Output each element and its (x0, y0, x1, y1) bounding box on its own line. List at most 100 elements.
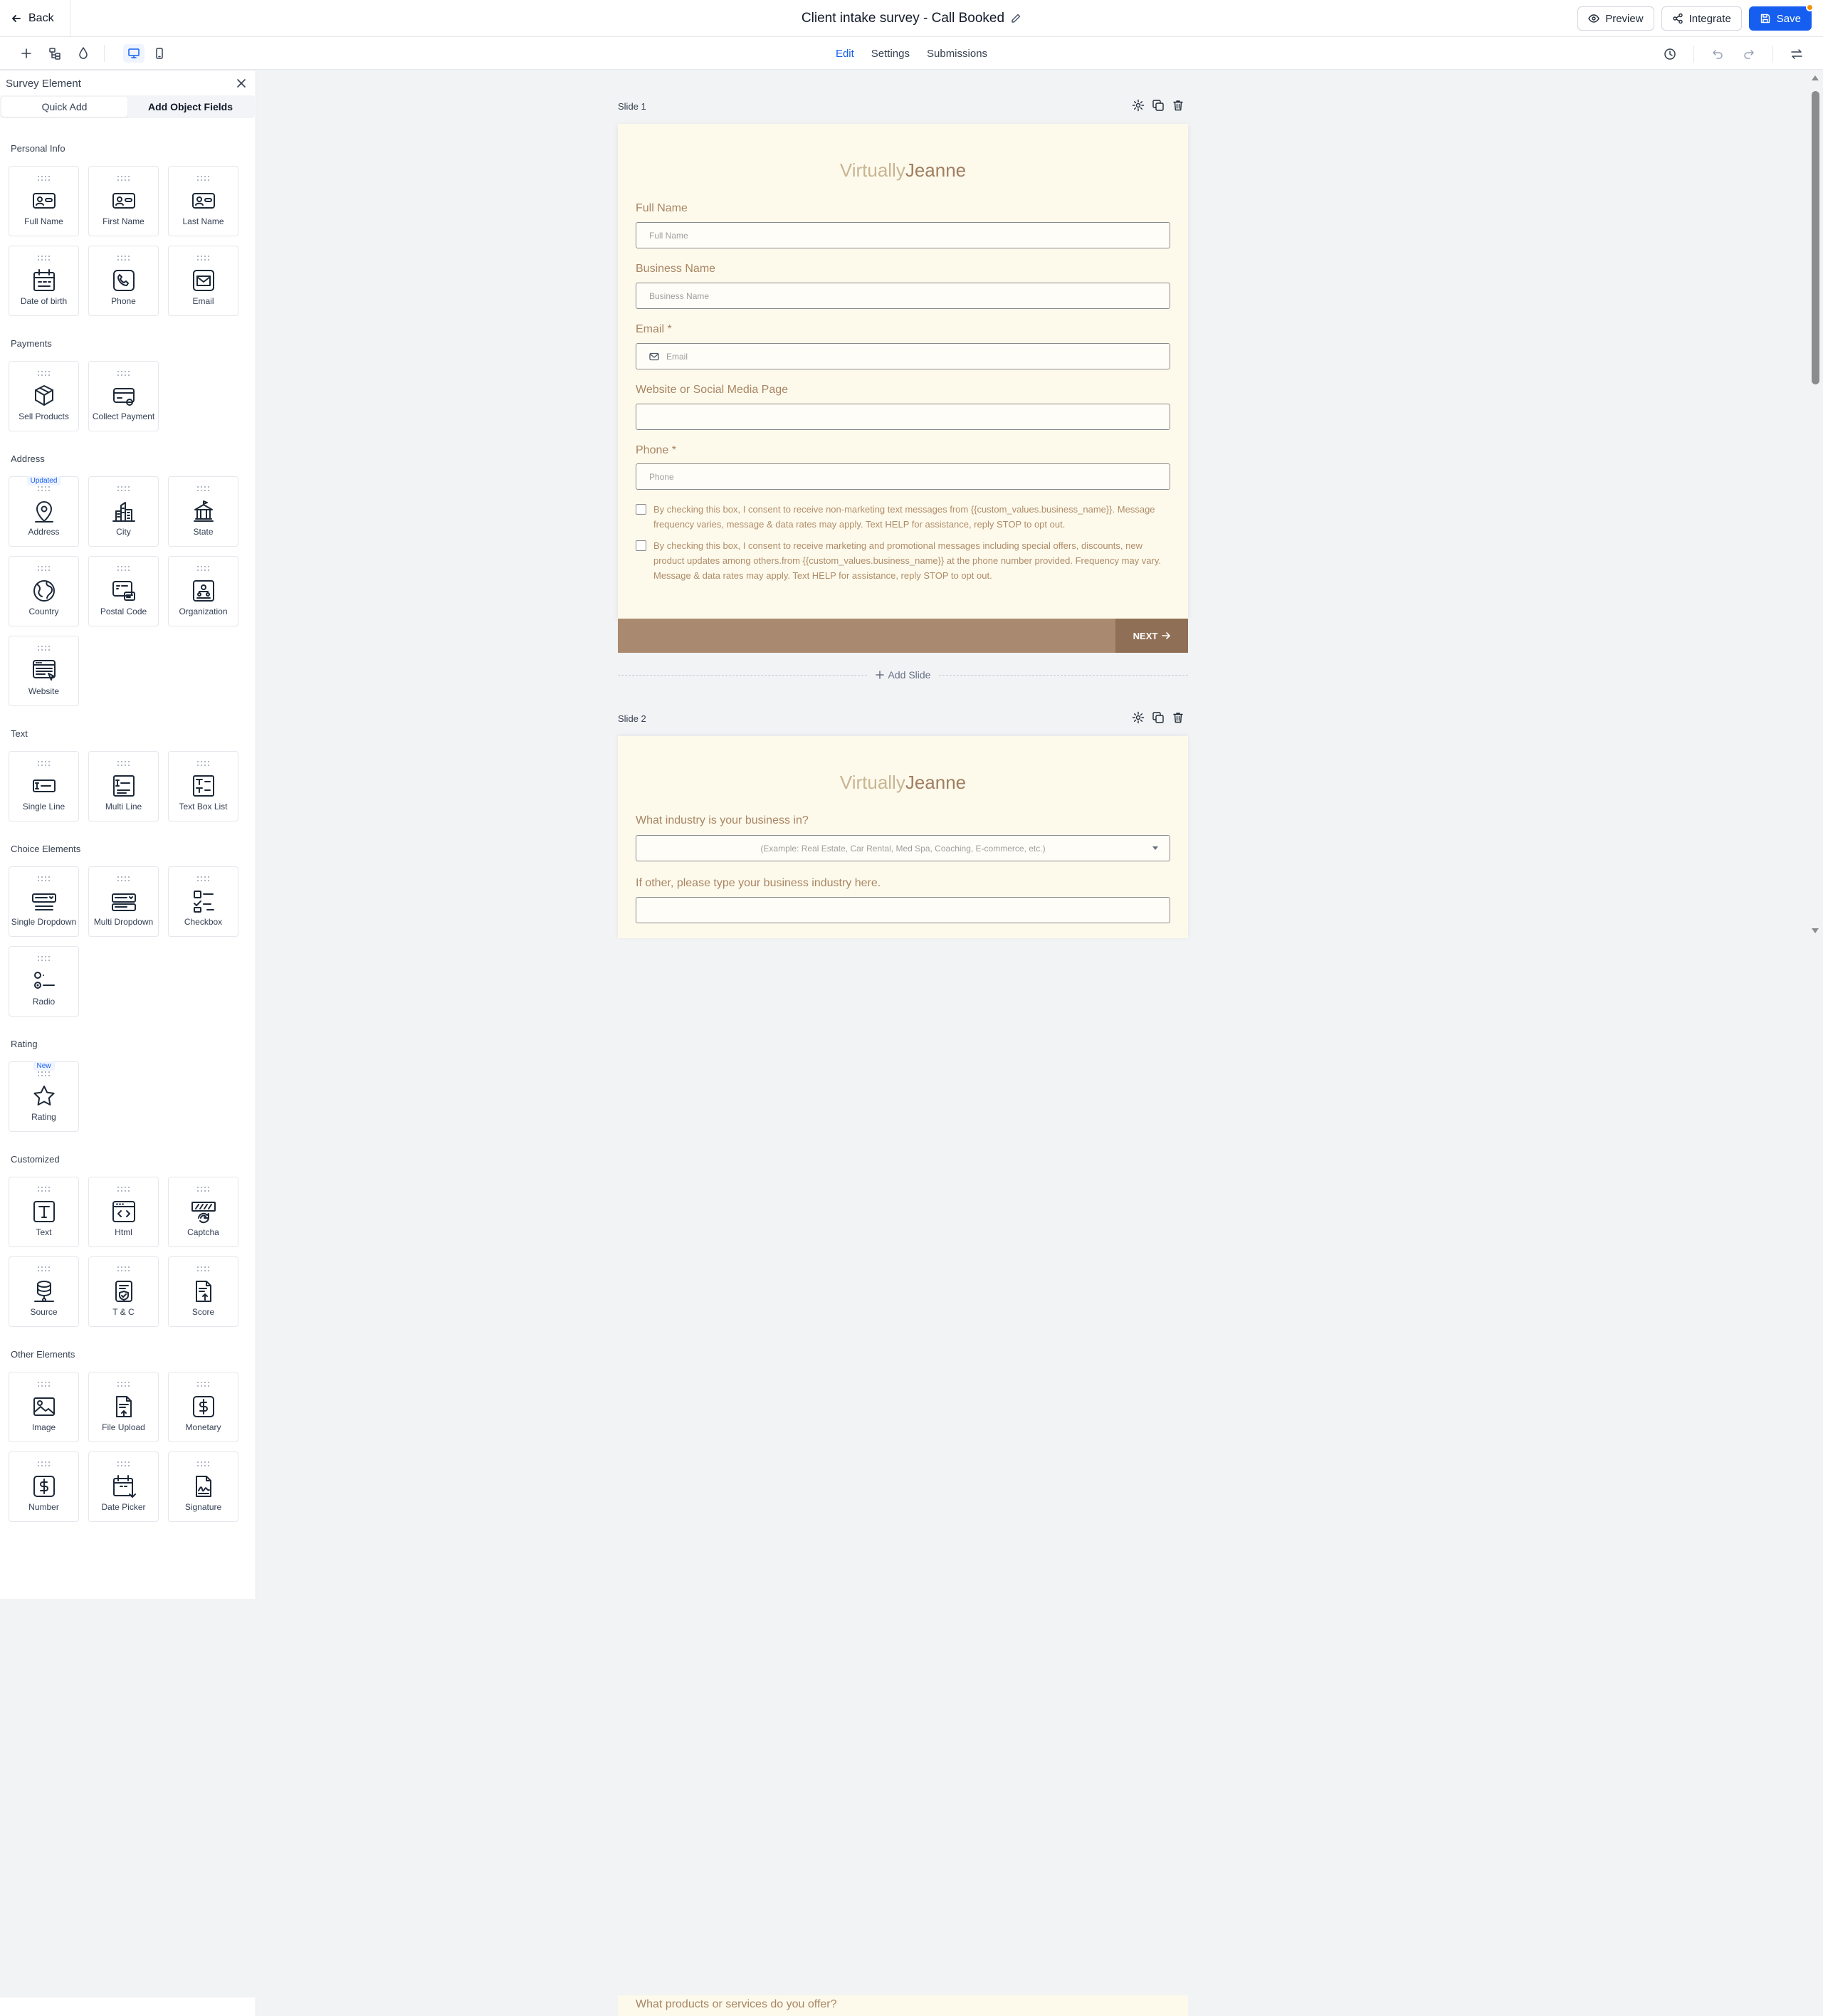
element-tile-signature[interactable]: Signature (168, 1451, 238, 1522)
element-tile-date-of-birth[interactable]: Date of birth (9, 246, 79, 316)
save-button[interactable]: Save (1748, 4, 1814, 31)
tab-edit[interactable]: Edit (836, 48, 854, 60)
scroll-down-arrow[interactable] (1812, 928, 1819, 933)
tab-quick-add[interactable]: Quick Add (1, 97, 127, 117)
element-tile-checkbox[interactable]: Checkbox (168, 866, 238, 937)
delete-slide-trash-icon[interactable] (1172, 711, 1184, 724)
preview-button[interactable]: Preview (1577, 6, 1654, 31)
element-tile-captcha[interactable]: Captcha (168, 1177, 238, 1247)
element-tile-multi-dropdown[interactable]: Multi Dropdown (88, 866, 159, 937)
element-tile-single-dropdown[interactable]: Single Dropdown (9, 866, 79, 937)
survey-element-sidebar: Survey Element Quick Add Add Object Fiel… (0, 71, 256, 1599)
element-tile-country[interactable]: Country (9, 556, 79, 626)
tile-label: Checkbox (184, 917, 223, 927)
element-tile-collect-payment[interactable]: Collect Payment (88, 361, 159, 431)
element-tile-address[interactable]: Updated Address (9, 476, 79, 547)
mobile-view-icon[interactable] (149, 44, 170, 63)
element-tile-full-name[interactable]: Full Name (9, 166, 79, 236)
other-industry-input[interactable] (636, 897, 1170, 923)
redo-icon[interactable] (1741, 46, 1757, 62)
close-icon[interactable] (236, 78, 247, 89)
section-personal-info: Personal Info (11, 143, 65, 154)
website-input[interactable] (636, 404, 1170, 430)
drag-handle-icon (117, 761, 130, 767)
email-input[interactable]: Email (636, 343, 1170, 369)
industry-dropdown[interactable]: (Example: Real Estate, Car Rental, Med S… (636, 835, 1170, 861)
slide-2-form: VirtuallyJeanne What industry is your bu… (618, 736, 1188, 938)
history-icon[interactable] (1662, 46, 1678, 62)
style-drop-icon[interactable] (75, 46, 91, 61)
element-tile-city[interactable]: City (88, 476, 159, 547)
swap-arrows-icon[interactable] (1789, 46, 1804, 62)
business-name-input[interactable]: Business Name (636, 283, 1170, 309)
next-label: NEXT (1133, 630, 1158, 641)
element-tile-sell-products[interactable]: Sell Products (9, 361, 79, 431)
website-label: Website or Social Media Page (636, 384, 789, 396)
page-title: Client intake survey - Call Booked (801, 11, 1005, 26)
element-tile-file-upload[interactable]: File Upload (88, 1372, 159, 1442)
element-tile-text[interactable]: Text (9, 1177, 79, 1247)
element-tile-last-name[interactable]: Last Name (168, 166, 238, 236)
element-tile-website[interactable]: Website (9, 636, 79, 706)
element-tile-state[interactable]: State (168, 476, 238, 547)
element-tile-text-box-list[interactable]: Text Box List (168, 751, 238, 821)
element-tile-rating[interactable]: New Rating (9, 1061, 79, 1132)
element-tile-multi-line[interactable]: Multi Line (88, 751, 159, 821)
element-tile-monetary[interactable]: Monetary (168, 1372, 238, 1442)
next-button[interactable]: NEXT (1115, 619, 1188, 653)
back-button[interactable]: Back (0, 0, 70, 36)
tile-label: Signature (184, 1502, 222, 1512)
full-name-input[interactable]: Full Name (636, 222, 1170, 248)
desktop-view-icon[interactable] (123, 44, 145, 63)
element-tile-number[interactable]: Number (9, 1451, 79, 1522)
element-tile-radio[interactable]: Radio (9, 946, 79, 1017)
element-tile-postal-code[interactable]: Postal Code (88, 556, 159, 626)
edit-title-pencil-icon[interactable] (1010, 13, 1021, 24)
signature-icon (191, 1474, 216, 1499)
element-tile-single-line[interactable]: Single Line (9, 751, 79, 821)
element-tile-phone[interactable]: Phone (88, 246, 159, 316)
rating-grid: New Rating (9, 1061, 238, 1132)
section-payments: Payments (11, 338, 52, 349)
element-tile-email[interactable]: Email (168, 246, 238, 316)
undo-icon[interactable] (1710, 46, 1725, 62)
plus-icon (875, 671, 884, 679)
phone-input[interactable]: Phone (636, 463, 1170, 490)
canvas-scrollbar[interactable] (1808, 71, 1823, 938)
element-tile-source[interactable]: Source (9, 1256, 79, 1327)
add-slide-label: Add Slide (888, 669, 931, 681)
drag-handle-icon (117, 256, 130, 261)
add-slide-button[interactable]: Add Slide (867, 669, 940, 681)
element-tile-t-c[interactable]: T & C (88, 1256, 159, 1327)
integrate-button[interactable]: Integrate (1661, 6, 1742, 31)
delete-slide-trash-icon[interactable] (1172, 99, 1184, 112)
consent-marketing-checkbox[interactable] (636, 540, 646, 551)
scroll-thumb[interactable] (1812, 91, 1819, 384)
slide-settings-gear-icon[interactable] (1132, 711, 1145, 724)
tile-label: Radio (32, 997, 56, 1007)
tab-add-object-fields[interactable]: Add Object Fields (127, 97, 253, 117)
tile-label: Rating (31, 1112, 56, 1122)
radio-icon (31, 968, 57, 994)
element-tile-html[interactable]: Html (88, 1177, 159, 1247)
layers-icon[interactable] (47, 46, 63, 61)
slide-1-footer: NEXT (618, 619, 1188, 653)
duplicate-slide-icon[interactable] (1152, 99, 1165, 112)
tile-label: Html (115, 1227, 132, 1237)
scroll-up-arrow[interactable] (1812, 75, 1819, 80)
box-icon (31, 383, 57, 409)
slide-settings-gear-icon[interactable] (1132, 99, 1145, 112)
element-tile-image[interactable]: Image (9, 1372, 79, 1442)
duplicate-slide-icon[interactable] (1152, 711, 1165, 724)
tab-settings[interactable]: Settings (871, 48, 910, 60)
add-element-plus-icon[interactable] (19, 46, 34, 61)
element-tile-score[interactable]: Score (168, 1256, 238, 1327)
element-tile-date-picker[interactable]: Date Picker (88, 1451, 159, 1522)
consent-non-marketing-checkbox[interactable] (636, 504, 646, 515)
tab-submissions[interactable]: Submissions (927, 48, 987, 60)
tile-label: Single Dropdown (11, 917, 77, 927)
drag-handle-icon (196, 1266, 210, 1272)
top-bar: Back Client intake survey - Call Booked … (0, 0, 1823, 37)
element-tile-first-name[interactable]: First Name (88, 166, 159, 236)
element-tile-organization[interactable]: Organization (168, 556, 238, 626)
